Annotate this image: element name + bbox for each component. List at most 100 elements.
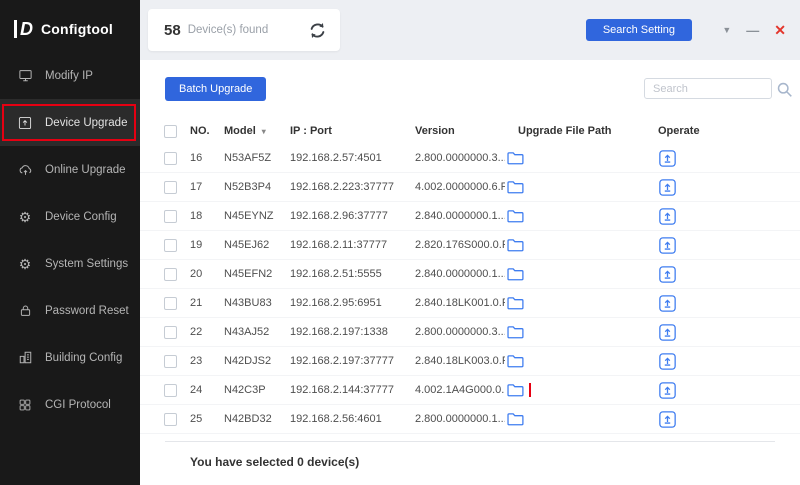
cloud-upload-icon — [17, 162, 33, 177]
folder-icon[interactable] — [507, 412, 524, 426]
batch-upgrade-button[interactable]: Batch Upgrade — [165, 77, 266, 101]
folder-icon[interactable] — [507, 267, 524, 281]
select-all-checkbox[interactable] — [164, 125, 177, 138]
sidebar-item-cgi-protocol[interactable]: CGI Protocol — [0, 381, 140, 428]
row-ip-port: 192.168.2.95:6951 — [290, 297, 415, 309]
main-panel: Batch Upgrade NO. Model ▾ IP : Port Vers… — [140, 60, 800, 485]
row-no: 23 — [190, 355, 224, 367]
upload-icon[interactable] — [659, 353, 676, 370]
row-version: 2.800.0000000.1... — [415, 413, 505, 425]
upload-icon[interactable] — [659, 150, 676, 167]
row-checkbox[interactable] — [164, 210, 177, 223]
upload-icon[interactable] — [659, 382, 676, 399]
sidebar-item-building-config[interactable]: Building Config — [0, 334, 140, 381]
row-no: 17 — [190, 181, 224, 193]
sidebar-item-password-reset[interactable]: Password Reset — [0, 287, 140, 334]
upload-icon[interactable] — [659, 324, 676, 341]
row-model: N42DJS2 — [224, 355, 290, 367]
row-checkbox[interactable] — [164, 355, 177, 368]
lock-icon — [17, 303, 33, 318]
sidebar-item-label: Building Config — [45, 352, 122, 364]
row-version: 2.800.0000000.3... — [415, 152, 505, 164]
row-ip-port: 192.168.2.51:5555 — [290, 268, 415, 280]
dropdown-icon[interactable]: ▼ — [722, 25, 731, 35]
row-no: 21 — [190, 297, 224, 309]
app-title: Configtool — [41, 21, 113, 37]
row-ip-port: 192.168.2.144:37777 — [290, 384, 415, 396]
row-no: 16 — [190, 152, 224, 164]
device-count: 58 — [164, 22, 181, 39]
search-input[interactable] — [644, 78, 772, 99]
row-model: N42BD32 — [224, 413, 290, 425]
col-model[interactable]: Model ▾ — [224, 125, 290, 137]
close-icon[interactable]: ✕ — [774, 22, 786, 39]
selection-summary: You have selected 0 device(s) — [165, 441, 775, 469]
table-row: 24 N42C3P 192.168.2.144:37777 4.002.1A4G… — [140, 376, 800, 405]
col-model-label: Model — [224, 125, 256, 137]
sidebar-item-label: CGI Protocol — [45, 399, 111, 411]
folder-icon[interactable] — [507, 180, 524, 194]
upload-icon[interactable] — [659, 179, 676, 196]
refresh-icon[interactable] — [308, 21, 327, 40]
upload-icon[interactable] — [659, 295, 676, 312]
row-checkbox[interactable] — [164, 413, 177, 426]
table-body: 16 N53AF5Z 192.168.2.57:4501 2.800.00000… — [140, 144, 800, 434]
row-ip-port: 192.168.2.223:37777 — [290, 181, 415, 193]
folder-icon[interactable] — [507, 238, 524, 252]
row-checkbox[interactable] — [164, 152, 177, 165]
folder-icon[interactable] — [507, 296, 524, 310]
col-no: NO. — [190, 125, 224, 137]
building-icon — [17, 350, 33, 365]
row-no: 19 — [190, 239, 224, 251]
sidebar-item-label: Modify IP — [45, 70, 93, 82]
row-no: 20 — [190, 268, 224, 280]
table-header: NO. Model ▾ IP : Port Version Upgrade Fi… — [140, 118, 800, 144]
sidebar-item-label: Password Reset — [45, 305, 129, 317]
row-version: 2.840.18LK003.0.R — [415, 355, 505, 367]
folder-icon[interactable] — [507, 151, 524, 165]
row-version: 4.002.1A4G000.0.R — [415, 384, 505, 396]
table-row: 22 N43AJ52 192.168.2.197:1338 2.800.0000… — [140, 318, 800, 347]
row-ip-port: 192.168.2.96:37777 — [290, 210, 415, 222]
sidebar-item-system-settings[interactable]: ⚙ System Settings — [0, 240, 140, 287]
app-logo: D Configtool — [0, 0, 140, 40]
row-checkbox[interactable] — [164, 326, 177, 339]
folder-icon[interactable] — [507, 209, 524, 223]
row-ip-port: 192.168.2.57:4501 — [290, 152, 415, 164]
row-no: 22 — [190, 326, 224, 338]
sidebar-item-device-upgrade[interactable]: Device Upgrade — [0, 99, 140, 146]
folder-icon[interactable] — [507, 383, 524, 397]
sidebar-item-label: Device Upgrade — [45, 117, 127, 129]
col-version: Version — [415, 125, 505, 137]
col-ip-port: IP : Port — [290, 125, 415, 137]
row-ip-port: 192.168.2.197:37777 — [290, 355, 415, 367]
row-checkbox[interactable] — [164, 384, 177, 397]
col-operate: Operate — [655, 125, 800, 137]
row-model: N43AJ52 — [224, 326, 290, 338]
folder-icon[interactable] — [507, 354, 524, 368]
search-setting-button[interactable]: Search Setting — [586, 19, 692, 41]
sidebar-item-modify-ip[interactable]: Modify IP — [0, 52, 140, 99]
upload-icon[interactable] — [659, 208, 676, 225]
sidebar-item-label: Device Config — [45, 211, 117, 223]
upload-icon[interactable] — [659, 411, 676, 428]
upload-icon[interactable] — [659, 266, 676, 283]
row-checkbox[interactable] — [164, 268, 177, 281]
row-checkbox[interactable] — [164, 297, 177, 310]
upload-icon[interactable] — [659, 237, 676, 254]
row-checkbox[interactable] — [164, 181, 177, 194]
sidebar-item-device-config[interactable]: ⚙ Device Config — [0, 193, 140, 240]
search-icon[interactable] — [776, 81, 793, 98]
table-row: 21 N43BU83 192.168.2.95:6951 2.840.18LK0… — [140, 289, 800, 318]
table-row: 18 N45EYNZ 192.168.2.96:37777 2.840.0000… — [140, 202, 800, 231]
row-ip-port: 192.168.2.11:37777 — [290, 239, 415, 251]
topbar: 58 Device(s) found Search Setting ▼ — ✕ — [140, 0, 800, 60]
col-upgrade-file-path: Upgrade File Path — [505, 125, 655, 137]
table-row: 20 N45EFN2 192.168.2.51:5555 2.840.00000… — [140, 260, 800, 289]
row-checkbox[interactable] — [164, 239, 177, 252]
sort-caret-icon[interactable]: ▾ — [262, 127, 266, 136]
folder-icon[interactable] — [507, 325, 524, 339]
sidebar-item-online-upgrade[interactable]: Online Upgrade — [0, 146, 140, 193]
minimize-icon[interactable]: — — [746, 23, 759, 38]
row-version: 2.820.176S000.0.R — [415, 239, 505, 251]
